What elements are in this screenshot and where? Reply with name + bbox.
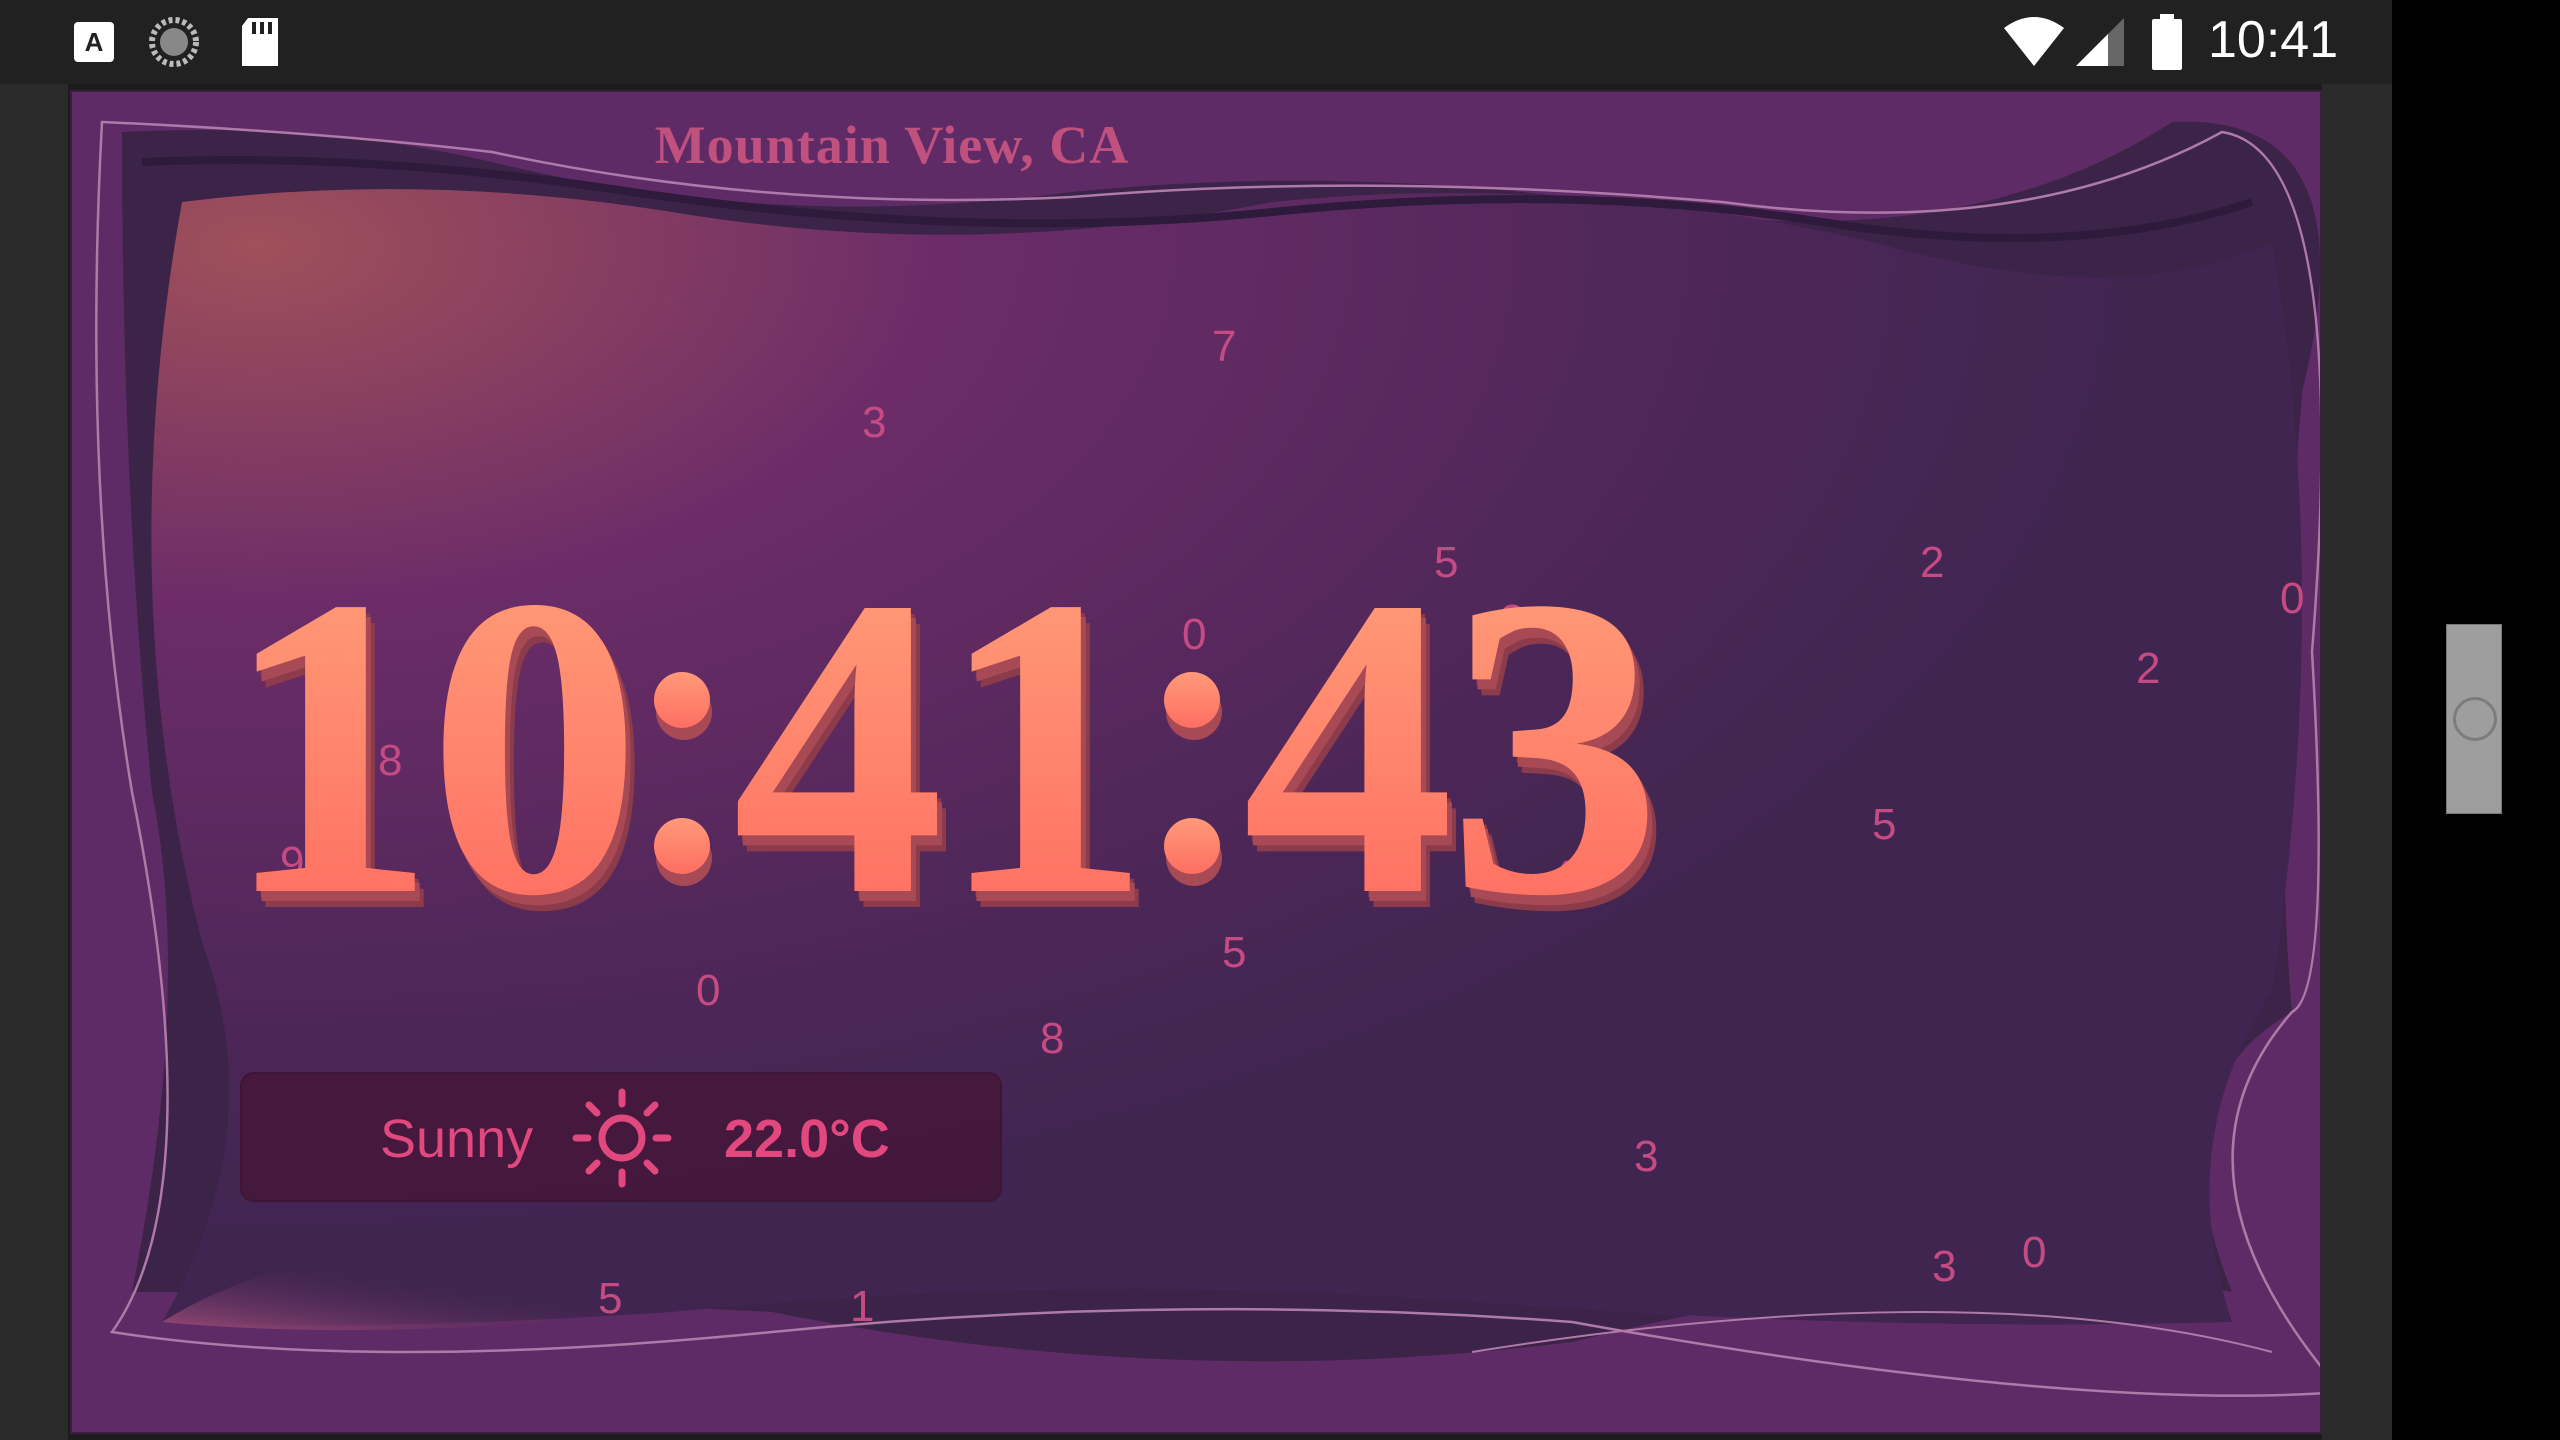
sd-card-icon (242, 18, 278, 66)
handle-knob-icon (2453, 697, 2497, 741)
location-label: Mountain View, CA (654, 115, 1130, 175)
weather-temperature: 22.0°C (724, 1109, 890, 1169)
signal-icon (2076, 18, 2124, 66)
font-app-icon: A (74, 22, 114, 62)
svg-text:A: A (85, 27, 104, 57)
clock-time: 1 0 4 1 4 3 (222, 509, 1662, 985)
floating-digit: 3 (1634, 1132, 1659, 1181)
sun-icon (572, 1088, 672, 1188)
clock-colon (1152, 642, 1232, 962)
battery-icon (2152, 14, 2182, 70)
floating-digit: 0 (696, 966, 721, 1015)
wifi-icon (2004, 17, 2064, 66)
clock-hour-ones: 0 (427, 509, 642, 985)
status-time: 10:41 (2208, 11, 2339, 69)
clock-second-tens: 4 (1242, 509, 1457, 985)
floating-digit: 3 (1932, 1242, 1957, 1291)
weather-condition: Sunny (380, 1109, 534, 1169)
floating-digit: 7 (1212, 322, 1237, 371)
floating-digit: 1 (850, 1282, 875, 1331)
clock-colon (642, 642, 722, 962)
floating-digit: 2 (2136, 644, 2161, 693)
floating-digit: 2 (1920, 538, 1945, 587)
weather-panel[interactable]: Sunny 22.0°C (240, 1072, 1002, 1202)
status-bar: A 10:41 (0, 0, 2392, 84)
scroll-handle[interactable] (2446, 624, 2502, 814)
floating-digit: 8 (1040, 1014, 1065, 1063)
gutter-left (0, 84, 68, 1440)
clock-widget[interactable]: Mountain View, CA 7 3 5 2 0 2 2 0 8 9 4 … (70, 90, 2322, 1434)
clock-minute-ones: 1 (937, 509, 1152, 985)
floating-digit: 0 (2022, 1228, 2047, 1277)
floating-digit: 3 (862, 398, 887, 447)
floating-digit: 5 (598, 1274, 623, 1323)
floating-digit: 5 (1872, 800, 1897, 849)
floating-digit: 0 (2280, 574, 2305, 623)
gutter-right (2322, 84, 2392, 1440)
clock-minute-tens: 4 (732, 509, 947, 985)
clock-hour-tens: 1 (222, 509, 437, 985)
sync-icon (149, 17, 199, 67)
clock-second-ones: 3 (1447, 509, 1662, 985)
